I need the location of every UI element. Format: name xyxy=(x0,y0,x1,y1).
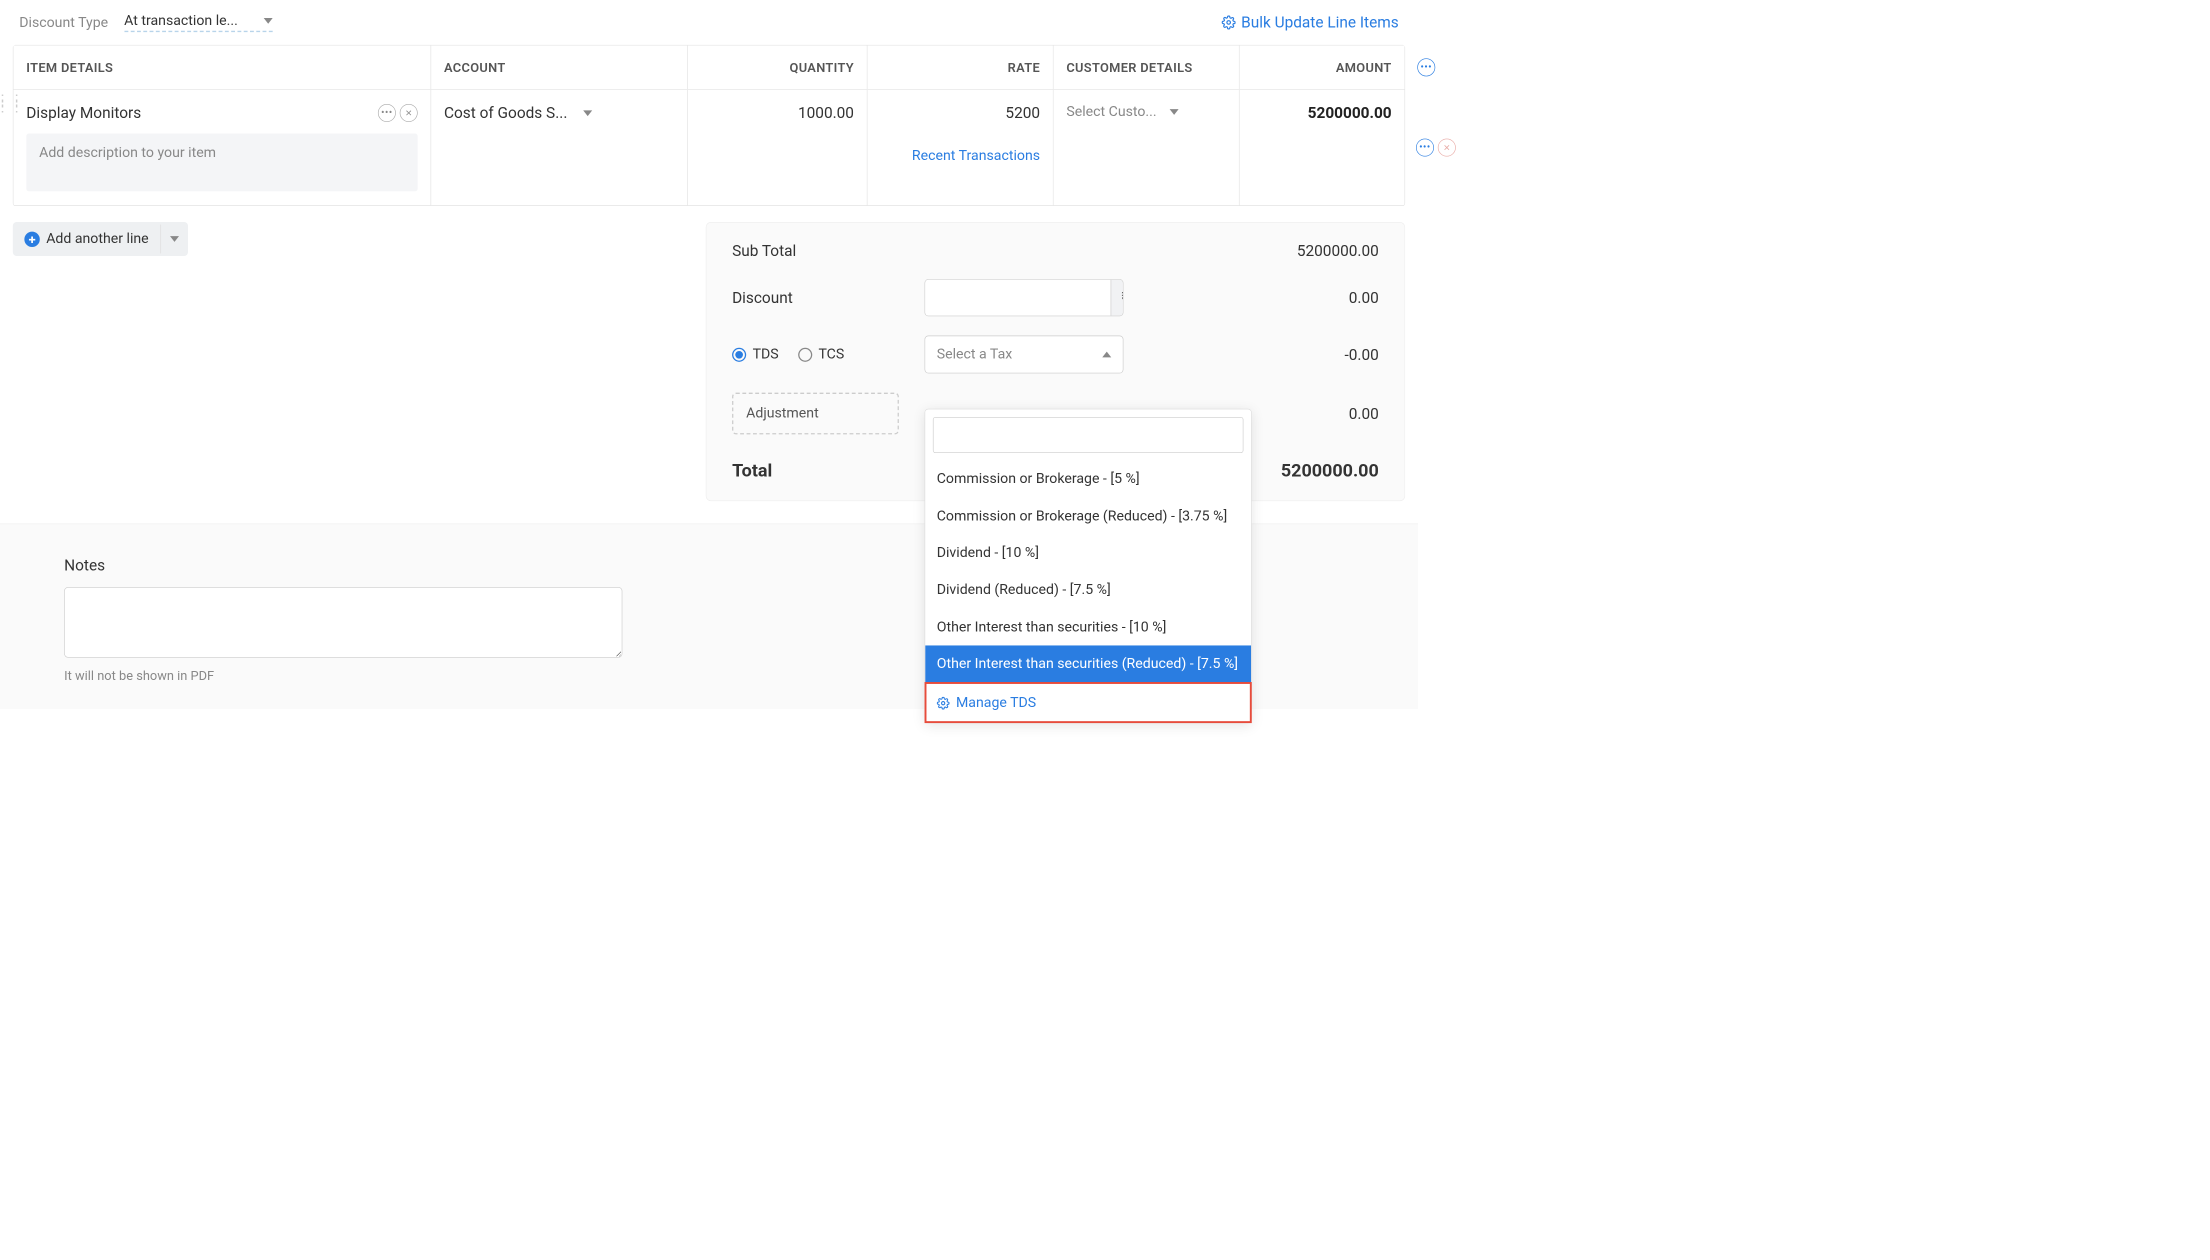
discount-type-select[interactable]: At transaction le... xyxy=(124,13,272,32)
recent-transactions-link[interactable]: Recent Transactions xyxy=(880,148,1040,164)
gear-icon xyxy=(1222,15,1236,29)
add-line-button[interactable]: + Add another line xyxy=(13,222,188,256)
table-row: ⋮⋮⋮⋮ Display Monitors ••• Add descriptio… xyxy=(13,90,1404,205)
notes-textarea[interactable] xyxy=(64,587,622,658)
col-amount-header: AMOUNT xyxy=(1239,46,1405,90)
manage-tds-button[interactable]: Manage TDS xyxy=(925,683,1251,723)
radio-checked-icon xyxy=(732,347,746,361)
customer-select[interactable]: Select Custo... xyxy=(1066,104,1226,120)
tax-select-placeholder: Select a Tax xyxy=(937,346,1013,362)
add-line-label: Add another line xyxy=(46,231,148,247)
chevron-down-icon xyxy=(1169,109,1178,115)
tcs-radio-label: TCS xyxy=(818,346,844,362)
tax-dropdown-search-input[interactable] xyxy=(933,417,1244,453)
col-account-header: ACCOUNT xyxy=(431,46,688,90)
subtotal-label: Sub Total xyxy=(732,242,924,260)
col-cust-header: CUSTOMER DETAILS xyxy=(1053,46,1239,90)
item-clear-button[interactable] xyxy=(400,104,418,122)
discount-type-label: Discount Type xyxy=(19,14,108,30)
discount-input[interactable] xyxy=(925,280,1110,316)
bulk-update-link[interactable]: Bulk Update Line Items xyxy=(1222,13,1399,31)
tax-dropdown-list: Commission or Brokerage - [5 %]Commissio… xyxy=(925,461,1251,683)
discount-label: Discount xyxy=(732,289,924,307)
subtotal-value: 5200000.00 xyxy=(1156,242,1379,260)
discount-unit-value: ₹ xyxy=(1122,289,1124,307)
tds-radio[interactable]: TDS xyxy=(732,346,779,362)
rate-input[interactable]: 5200 xyxy=(1005,104,1040,122)
discount-type-value: At transaction le... xyxy=(124,13,238,29)
chevron-down-icon xyxy=(583,110,592,116)
account-value: Cost of Goods S... xyxy=(444,104,567,122)
column-options-button[interactable]: ••• xyxy=(1417,58,1435,76)
account-select[interactable]: Cost of Goods S... xyxy=(444,104,674,122)
row-delete-button[interactable] xyxy=(1438,139,1456,157)
gear-icon xyxy=(937,697,950,710)
manage-tds-label: Manage TDS xyxy=(956,695,1036,711)
row-more-button[interactable]: ••• xyxy=(1416,139,1434,157)
chevron-up-icon xyxy=(1102,352,1111,358)
tax-dropdown-item[interactable]: Other Interest than securities (Reduced)… xyxy=(925,646,1251,683)
tax-dropdown-item[interactable]: Dividend (Reduced) - [7.5 %] xyxy=(925,572,1251,609)
line-items-table: ••• ITEM DETAILS ACCOUNT QUANTITY RATE C… xyxy=(13,45,1405,206)
bulk-update-label: Bulk Update Line Items xyxy=(1241,13,1399,31)
discount-value: 0.00 xyxy=(1156,289,1379,307)
add-line-dropdown-button[interactable] xyxy=(160,225,188,254)
total-value: 5200000.00 xyxy=(1281,460,1379,481)
chevron-down-icon xyxy=(263,18,272,24)
chevron-down-icon xyxy=(170,236,179,242)
tax-dropdown-item[interactable]: Dividend - [10 %] xyxy=(925,535,1251,572)
discount-unit-select[interactable]: ₹ xyxy=(1111,280,1124,316)
col-qty-header: QUANTITY xyxy=(687,46,867,90)
tax-dropdown-item[interactable]: Commission or Brokerage - [5 %] xyxy=(925,461,1251,498)
tax-dropdown: Commission or Brokerage - [5 %]Commissio… xyxy=(925,409,1252,723)
customer-placeholder: Select Custo... xyxy=(1066,104,1156,120)
plus-icon: + xyxy=(24,231,39,246)
tax-dropdown-item[interactable]: Commission or Brokerage (Reduced) - [3.7… xyxy=(925,498,1251,535)
table-header: ITEM DETAILS ACCOUNT QUANTITY RATE CUSTO… xyxy=(13,46,1404,90)
tds-radio-label: TDS xyxy=(753,346,779,362)
radio-unchecked-icon xyxy=(798,347,812,361)
item-description-input[interactable]: Add description to your item xyxy=(26,133,417,191)
totals-panel: Sub Total 5200000.00 Discount ₹ 0.00 xyxy=(706,222,1405,501)
line-amount: 5200000.00 xyxy=(1308,104,1392,122)
tcs-radio[interactable]: TCS xyxy=(798,346,844,362)
item-name-input[interactable]: Display Monitors xyxy=(26,104,141,122)
col-rate-header: RATE xyxy=(867,46,1053,90)
tax-dropdown-item[interactable]: Other Interest than securities - [10 %] xyxy=(925,609,1251,646)
tax-select[interactable]: Select a Tax xyxy=(925,336,1124,374)
tax-value: -0.00 xyxy=(1156,346,1379,364)
quantity-input[interactable]: 1000.00 xyxy=(687,90,867,205)
col-item-header: ITEM DETAILS xyxy=(13,46,430,90)
adjustment-label-input[interactable]: Adjustment xyxy=(732,393,899,435)
item-more-button[interactable]: ••• xyxy=(378,104,396,122)
